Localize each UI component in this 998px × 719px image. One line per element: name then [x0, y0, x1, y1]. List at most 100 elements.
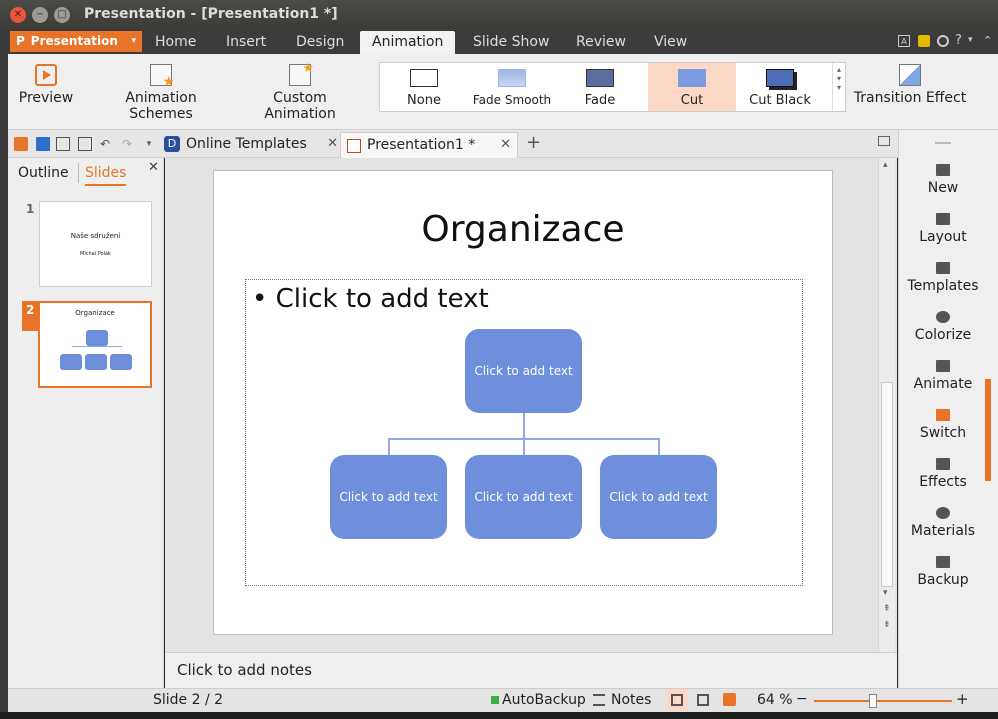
- chevron-down-icon[interactable]: ▾: [142, 137, 156, 151]
- print-icon[interactable]: [56, 137, 70, 151]
- redo-icon[interactable]: ↷: [120, 137, 134, 151]
- scroll-up-icon[interactable]: ▴: [883, 160, 888, 170]
- sidebar-item-label: Colorize: [914, 327, 972, 343]
- custom-animation-button[interactable]: ★ Custom Animation: [236, 61, 364, 122]
- transition-cut-black[interactable]: Cut Black: [736, 63, 824, 111]
- app-menu-button[interactable]: P Presentation ▾: [10, 31, 142, 52]
- sidebar-item-layout[interactable]: Layout: [899, 213, 987, 245]
- zoom-slider-thumb[interactable]: [868, 694, 877, 708]
- sidebar-item-materials[interactable]: Materials: [899, 507, 987, 539]
- notes-placeholder[interactable]: Click to add notes: [177, 661, 312, 679]
- gallery-more-icon[interactable]: ▾: [833, 83, 845, 92]
- tab-review[interactable]: Review: [576, 34, 626, 50]
- org-box-top[interactable]: Click to add text: [465, 329, 582, 413]
- sidebar-active-indicator[interactable]: [985, 379, 991, 481]
- slide-thumbnail-1[interactable]: Naše sdružení Michal Polák: [39, 201, 152, 287]
- gallery-up-icon[interactable]: ▴: [833, 65, 845, 74]
- next-slide-icon[interactable]: ⇟: [883, 620, 891, 630]
- content-placeholder[interactable]: • Click to add text Click to add text Cl…: [245, 279, 803, 586]
- gallery-down-icon[interactable]: ▾: [833, 74, 845, 83]
- org-box-middle[interactable]: Click to add text: [465, 455, 582, 539]
- slide-sorter-icon[interactable]: [697, 694, 709, 706]
- sidebar-item-animate[interactable]: Animate: [899, 360, 987, 392]
- collapse-ribbon-icon[interactable]: ⌃: [983, 34, 992, 47]
- transition-effect-button[interactable]: Transition Effect: [850, 64, 970, 106]
- zoom-in-button[interactable]: +: [956, 690, 969, 708]
- tab-view[interactable]: View: [654, 34, 687, 50]
- tab-insert[interactable]: Insert: [226, 34, 266, 50]
- font-icon[interactable]: A: [898, 35, 910, 47]
- new-tab-button[interactable]: +: [526, 132, 541, 153]
- sidebar-item-label: Backup: [917, 572, 969, 588]
- tab-design[interactable]: Design: [296, 34, 344, 50]
- sidebar-item-label: Templates: [907, 278, 979, 294]
- tab-divider: [78, 163, 79, 183]
- document-tab-bar: ↶ ↷ ▾ D Online Templates ✕ Presentation1…: [8, 130, 898, 158]
- sidebar-item-switch[interactable]: Switch: [899, 409, 987, 441]
- preview-button[interactable]: Preview: [18, 64, 74, 106]
- backup-icon: [936, 556, 950, 568]
- slide-canvas[interactable]: Organizace • Click to add text Click to …: [213, 170, 833, 635]
- gallery-scroll[interactable]: ▴ ▾ ▾: [832, 63, 845, 111]
- org-box-left[interactable]: Click to add text: [330, 455, 447, 539]
- preview-label: Preview: [18, 90, 74, 106]
- slides-pane: Outline Slides ✕ 1 Naše sdružení Michal …: [8, 158, 164, 688]
- sidebar-item-templates[interactable]: Templates: [899, 262, 987, 294]
- switch-icon: [936, 409, 950, 421]
- close-window-icon[interactable]: ✕: [10, 7, 26, 23]
- transition-cut[interactable]: Cut: [648, 63, 736, 111]
- vertical-scrollbar[interactable]: ▴ ▾ ⇞ ⇟: [878, 158, 895, 652]
- sidebar-item-effects[interactable]: Effects: [899, 458, 987, 490]
- save-icon[interactable]: [36, 137, 50, 151]
- previous-slide-icon[interactable]: ⇞: [883, 604, 891, 614]
- tab-presentation1[interactable]: Presentation1 * ✕: [340, 132, 518, 158]
- tab-home[interactable]: Home: [155, 34, 196, 50]
- zoom-level[interactable]: 64 %: [757, 692, 793, 708]
- close-icon[interactable]: ✕: [327, 132, 338, 156]
- notes-pane[interactable]: Click to add notes: [165, 652, 897, 688]
- animation-schemes-button[interactable]: ★ Animation Schemes: [94, 64, 228, 122]
- slideshow-icon[interactable]: [723, 693, 736, 706]
- tab-slides[interactable]: Slides: [85, 165, 127, 186]
- scroll-thumb[interactable]: [881, 382, 893, 587]
- scroll-down-icon[interactable]: ▾: [883, 588, 888, 598]
- tab-slide-show[interactable]: Slide Show: [473, 34, 549, 50]
- print-preview-icon[interactable]: [78, 137, 92, 151]
- slide-title[interactable]: Organizace: [214, 209, 832, 250]
- sidebar-item-colorize[interactable]: Colorize: [899, 311, 987, 343]
- skin-icon[interactable]: [918, 35, 930, 47]
- transition-none[interactable]: None: [380, 63, 468, 111]
- close-icon[interactable]: ✕: [500, 133, 511, 157]
- settings-icon[interactable]: [937, 35, 949, 47]
- autobackup-button[interactable]: AutoBackup: [502, 692, 586, 708]
- org-connector: [658, 438, 660, 455]
- chevron-down-icon[interactable]: ▾: [968, 35, 973, 45]
- tab-animation[interactable]: Animation: [360, 31, 456, 54]
- tab-online-templates[interactable]: D Online Templates ✕: [160, 132, 338, 158]
- sidebar-item-label: Effects: [919, 474, 967, 490]
- help-icon[interactable]: ?: [955, 33, 962, 48]
- tab-outline[interactable]: Outline: [18, 165, 69, 181]
- animation-schemes-label: Animation Schemes: [125, 90, 197, 122]
- sidebar-item-label: Layout: [919, 229, 967, 245]
- transition-fade-smooth[interactable]: Fade Smooth: [468, 63, 556, 111]
- sidebar-item-backup[interactable]: Backup: [899, 556, 987, 588]
- bullet-text[interactable]: • Click to add text: [252, 284, 489, 314]
- zoom-out-button[interactable]: −: [796, 691, 808, 707]
- transition-fade-smooth-thumb: [498, 69, 526, 87]
- minimize-window-icon[interactable]: −: [32, 7, 48, 23]
- menu-bar: P Presentation ▾ Home Insert Design Anima…: [8, 30, 998, 54]
- open-folder-icon[interactable]: [14, 137, 28, 151]
- transition-fade[interactable]: Fade: [556, 63, 644, 111]
- sidebar-item-new[interactable]: New: [899, 164, 987, 196]
- undo-icon[interactable]: ↶: [98, 137, 112, 151]
- org-box-right[interactable]: Click to add text: [600, 455, 717, 539]
- slide-thumbnail-2[interactable]: Organizace: [38, 301, 152, 388]
- sidebar-grip: [935, 142, 951, 144]
- maximize-window-icon[interactable]: □: [54, 7, 70, 23]
- close-icon[interactable]: ✕: [148, 160, 159, 175]
- thumb-subtitle: Michal Polák: [80, 251, 111, 257]
- tab-list-icon[interactable]: [878, 136, 890, 146]
- notes-toggle[interactable]: Notes: [611, 692, 651, 708]
- zoom-slider[interactable]: [814, 694, 952, 708]
